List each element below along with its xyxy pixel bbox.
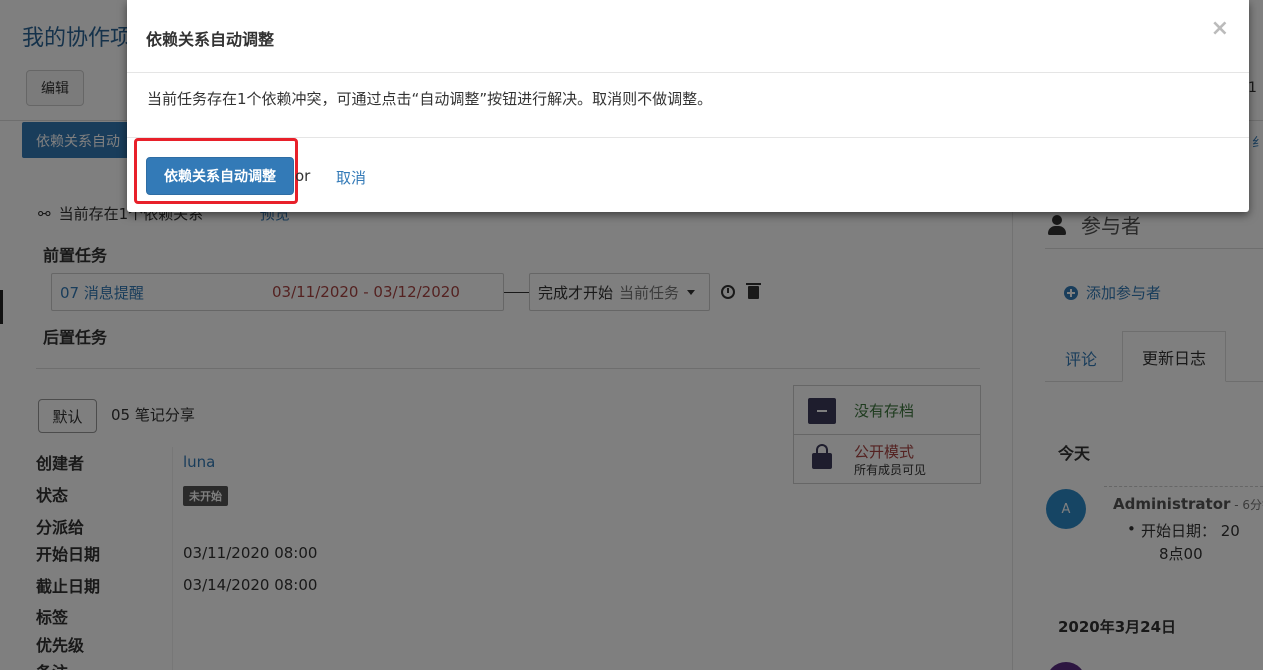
modal-body: 当前任务存在1个依赖冲突，可通过点击“自动调整”按钮进行解决。取消则不做调整。 bbox=[147, 90, 713, 108]
modal-footer: 依赖关系自动调整 or 取消 bbox=[127, 137, 1249, 212]
dependency-adjust-modal: 依赖关系自动调整 × 当前任务存在1个依赖冲突，可通过点击“自动调整”按钮进行解… bbox=[127, 0, 1249, 212]
close-icon[interactable]: × bbox=[1211, 16, 1229, 41]
or-text: or bbox=[295, 167, 311, 185]
modal-title: 依赖关系自动调整 bbox=[146, 30, 275, 49]
cancel-link[interactable]: 取消 bbox=[336, 167, 366, 188]
modal-header: 依赖关系自动调整 × bbox=[127, 0, 1249, 73]
auto-adjust-button[interactable]: 依赖关系自动调整 bbox=[146, 157, 294, 195]
